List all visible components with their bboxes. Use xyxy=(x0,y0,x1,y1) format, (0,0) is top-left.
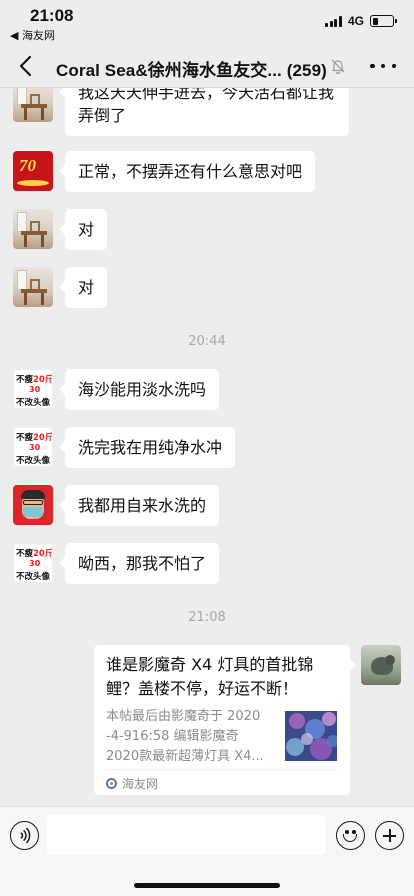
link-card-thumbnail xyxy=(285,711,337,761)
source-logo-icon xyxy=(106,778,117,789)
signal-icon xyxy=(325,15,342,27)
time-divider: 21:08 xyxy=(188,610,226,625)
plus-icon[interactable] xyxy=(375,821,404,850)
avatar[interactable] xyxy=(13,209,53,249)
avatar[interactable] xyxy=(13,267,53,307)
avatar[interactable]: 70 xyxy=(13,151,53,191)
chat-area[interactable]: 我这天天伸手进去，今天活石都让我弄倒了 70 正常，不摆弄还有什么意思对吧 对 … xyxy=(0,88,414,806)
back-to-app-link[interactable]: ◀ 海友网 xyxy=(10,27,55,43)
self-avatar[interactable] xyxy=(361,645,401,685)
nav-bar: Coral Sea&徐州海水鱼友交... (259) xyxy=(0,44,414,88)
status-indicators: 4G xyxy=(325,14,397,28)
input-bar xyxy=(0,806,414,896)
link-card[interactable]: 谁是影魔奇 X4 灯具的首批锦鲤？盖楼不停，好运不断！ 本帖最后由影魔奇于 20… xyxy=(94,645,356,795)
more-dots-icon[interactable] xyxy=(370,57,396,75)
time-divider: 20:44 xyxy=(188,334,226,349)
message-bubble[interactable]: 正常，不摆弄还有什么意思对吧 xyxy=(58,151,316,192)
link-card-divider xyxy=(106,769,338,770)
network-type: 4G xyxy=(347,14,364,28)
link-card-title: 谁是影魔奇 X4 灯具的首批锦鲤？盖楼不停，好运不断！ xyxy=(106,655,314,698)
status-bar: 21:08 ◀ 海友网 4G xyxy=(0,0,414,44)
voice-icon[interactable] xyxy=(10,821,39,850)
avatar[interactable] xyxy=(13,88,53,122)
emoji-icon[interactable] xyxy=(336,821,365,850)
link-card-source: 海友网 xyxy=(106,775,158,792)
back-chevron-icon[interactable] xyxy=(14,53,40,79)
battery-icon xyxy=(370,15,397,27)
flag-avatar-text: 70 xyxy=(19,156,36,175)
message-bubble[interactable]: 对 xyxy=(58,267,108,308)
link-card-description: 本帖最后由影魔奇于 2020 -4-916:58 编辑影魔奇 2020款最新超薄… xyxy=(106,709,264,764)
chat-title: Coral Sea&徐州海水鱼友交... (259) xyxy=(56,61,327,80)
mute-bell-icon xyxy=(331,59,345,74)
avatar[interactable]: 不瘦20斤 30 不改头像 xyxy=(13,427,53,467)
avatar[interactable]: 不瘦20斤 30 不改头像 xyxy=(13,369,53,409)
message-bubble[interactable]: 我都用自来水洗的 xyxy=(58,485,220,526)
avatar[interactable]: 不瘦20斤 30 不改头像 xyxy=(13,543,53,583)
message-bubble[interactable]: 呦西，那我不怕了 xyxy=(58,543,220,584)
message-bubble[interactable]: 我这天天伸手进去，今天活石都让我弄倒了 xyxy=(59,88,349,136)
message-bubble[interactable]: 海沙能用淡水洗吗 xyxy=(58,369,220,410)
message-bubble[interactable]: 洗完我在用纯净水冲 xyxy=(58,427,236,468)
home-indicator[interactable] xyxy=(134,883,280,888)
message-bubble[interactable]: 对 xyxy=(58,209,108,250)
status-time: 21:08 xyxy=(30,6,74,25)
message-input[interactable] xyxy=(47,815,326,855)
battery-fill xyxy=(372,17,379,25)
avatar[interactable] xyxy=(13,485,53,525)
